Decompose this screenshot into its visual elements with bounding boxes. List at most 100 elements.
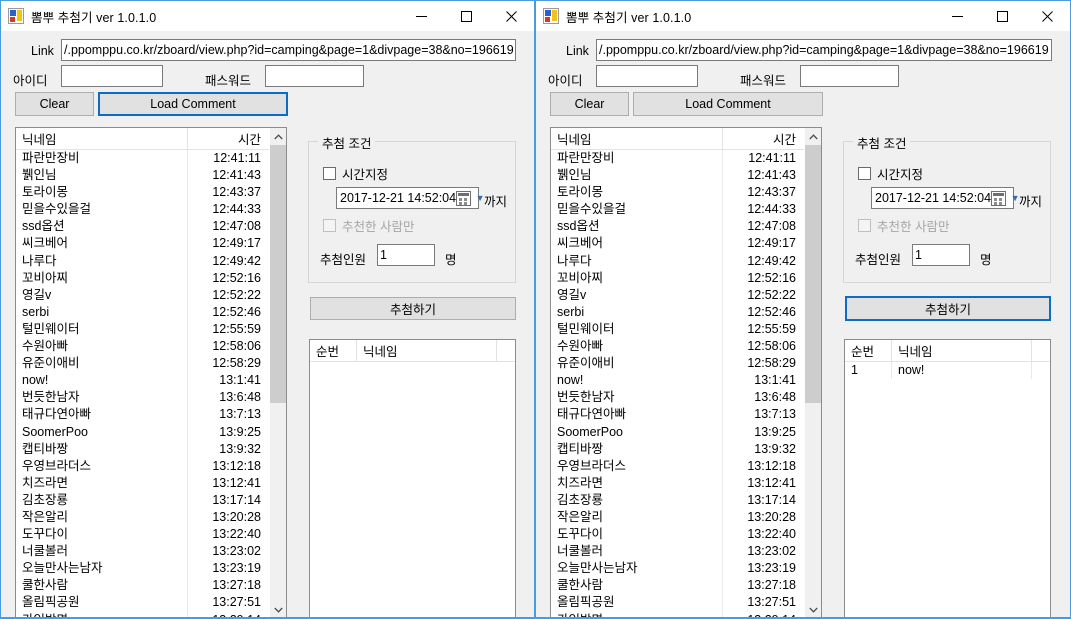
table-row[interactable]: 올림픽공원 13:27:51 xyxy=(16,594,286,612)
maximize-icon[interactable] xyxy=(444,1,489,31)
table-row[interactable]: 수원아빠 12:58:06 xyxy=(16,338,286,356)
recommended-only-checkbox[interactable] xyxy=(858,219,871,232)
table-row[interactable]: serbi 12:52:46 xyxy=(551,303,821,321)
maximize-icon[interactable] xyxy=(980,1,1025,31)
table-row[interactable]: 도꾸다이 13:22:40 xyxy=(16,526,286,544)
time-limit-checkbox[interactable] xyxy=(323,167,336,180)
table-row[interactable]: 도꾸다이 13:22:40 xyxy=(551,526,821,544)
table-row[interactable]: 1 now! xyxy=(845,362,1050,380)
table-row[interactable]: ssd옵션 12:47:08 xyxy=(16,218,286,236)
recommended-only-checkbox-row[interactable]: 추천한 사람만 xyxy=(323,216,414,235)
scroll-down-icon[interactable] xyxy=(270,601,286,618)
table-row[interactable]: 영길v 12:52:22 xyxy=(16,286,286,304)
column-header-time[interactable]: 시간 xyxy=(723,128,805,150)
table-row[interactable]: 나루다 12:49:42 xyxy=(551,252,821,270)
time-limit-checkbox[interactable] xyxy=(858,167,871,180)
table-row[interactable]: 유준이애비 12:58:29 xyxy=(551,355,821,373)
table-row[interactable]: 뷁인님 12:41:43 xyxy=(551,167,821,185)
table-row[interactable]: 영길v 12:52:22 xyxy=(551,286,821,304)
table-row[interactable]: 털민웨이터 12:55:59 xyxy=(16,320,286,339)
table-row[interactable]: 믿을수있을걸 12:44:33 xyxy=(16,201,286,219)
load-comment-button[interactable]: Load Comment xyxy=(98,92,288,116)
table-row[interactable]: 김초장룡 13:17:14 xyxy=(16,491,286,509)
draw-button[interactable]: 추첨하기 xyxy=(845,296,1051,321)
table-row[interactable]: 김초장룡 13:17:14 xyxy=(551,491,821,509)
table-row[interactable]: 우영브라더스 13:12:18 xyxy=(16,457,286,475)
table-row[interactable]: 털민웨이터 12:55:59 xyxy=(551,320,821,339)
table-row[interactable]: 번듯한남자 13:6:48 xyxy=(16,389,286,407)
table-row[interactable]: 치즈라면 13:12:41 xyxy=(16,474,286,492)
comment-list-scrollbar[interactable] xyxy=(269,128,286,618)
table-row[interactable]: 너쿨볼러 13:23:02 xyxy=(16,543,286,561)
draw-button[interactable]: 추첨하기 xyxy=(310,297,516,320)
table-row[interactable]: 유준이애비 12:58:29 xyxy=(16,355,286,373)
clear-button[interactable]: Clear xyxy=(550,92,629,116)
password-input[interactable] xyxy=(800,65,899,87)
table-row[interactable]: 태규다연아빠 13:7:13 xyxy=(16,406,286,424)
scroll-up-icon[interactable] xyxy=(270,128,286,145)
recommended-only-checkbox-row[interactable]: 추천한 사람만 xyxy=(858,216,949,235)
column-header-nickname[interactable]: 닉네임 xyxy=(551,128,723,150)
column-header-index[interactable]: 순번 xyxy=(845,340,892,362)
table-row[interactable]: 치즈라면 13:12:41 xyxy=(551,474,821,492)
comment-list[interactable]: 닉네임 시간 파란만장비 12:41:11 뷁인님 12:41:43 토라이몽 12:43… xyxy=(550,127,822,618)
column-header-nickname[interactable]: 닉네임 xyxy=(357,340,497,362)
table-row[interactable]: serbi 12:52:46 xyxy=(16,303,286,321)
table-row[interactable]: 캡티바짱 13:9:32 xyxy=(551,440,821,458)
titlebar-left[interactable]: 뽐뿌 추첨기 ver 1.0.1.0 xyxy=(1,1,534,31)
recommended-only-checkbox[interactable] xyxy=(323,219,336,232)
table-row[interactable]: 작은알리 13:20:28 xyxy=(551,508,821,527)
datetime-picker[interactable]: 2017-12-21 14:52:04 ▼ xyxy=(336,187,485,209)
table-row[interactable]: 우영브라더스 13:12:18 xyxy=(551,457,821,475)
scroll-down-icon[interactable] xyxy=(805,601,821,618)
table-row[interactable]: now! 13:1:41 xyxy=(16,372,286,390)
titlebar-right[interactable]: 뽐뿌 추첨기 ver 1.0.1.0 xyxy=(536,1,1070,31)
result-list-right[interactable]: 순번 닉네임 1 now! xyxy=(844,339,1051,618)
column-header-nickname[interactable]: 닉네임 xyxy=(16,128,188,150)
id-input[interactable] xyxy=(61,65,163,87)
password-input[interactable] xyxy=(265,65,364,87)
table-row[interactable]: 파란만장비 12:41:11 xyxy=(551,150,821,168)
comment-list[interactable]: 닉네임 시간 파란만장비 12:41:11 뷁인님 12:41:43 토라이몽 12:43… xyxy=(15,127,287,618)
close-icon[interactable] xyxy=(489,1,534,31)
scrollbar-track[interactable] xyxy=(270,145,286,601)
table-row[interactable]: 믿을수있을걸 12:44:33 xyxy=(551,201,821,219)
scrollbar-track[interactable] xyxy=(805,145,821,601)
link-input[interactable] xyxy=(596,39,1052,61)
table-row[interactable]: 파란만장비 12:41:11 xyxy=(16,150,286,168)
draw-count-input[interactable] xyxy=(912,244,970,266)
table-row[interactable]: SoomerPoo 13:9:25 xyxy=(16,423,286,441)
scrollbar-thumb[interactable] xyxy=(805,145,821,403)
link-input[interactable] xyxy=(61,39,516,61)
table-row[interactable]: 수원아빠 12:58:06 xyxy=(551,338,821,356)
id-input[interactable] xyxy=(596,65,698,87)
clear-button[interactable]: Clear xyxy=(15,92,94,116)
column-header-time[interactable]: 시간 xyxy=(188,128,270,150)
table-row[interactable]: 쿨한사람 13:27:18 xyxy=(551,577,821,595)
result-list-left[interactable]: 순번 닉네임 xyxy=(309,339,516,618)
table-row[interactable]: 태규다연아빠 13:7:13 xyxy=(551,406,821,424)
table-row[interactable]: 꼬비아찌 12:52:16 xyxy=(16,269,286,287)
table-row[interactable]: 번듯한남자 13:6:48 xyxy=(551,389,821,407)
draw-count-input[interactable] xyxy=(377,244,435,266)
table-row[interactable]: 씨크베어 12:49:17 xyxy=(551,235,821,253)
table-row[interactable]: 캡티바짱 13:9:32 xyxy=(16,440,286,458)
table-row[interactable]: 토라이몽 12:43:37 xyxy=(16,184,286,202)
table-row[interactable]: ssd옵션 12:47:08 xyxy=(551,218,821,236)
table-row[interactable]: 꼬비아찌 12:52:16 xyxy=(551,269,821,287)
table-row[interactable]: 씨크베어 12:49:17 xyxy=(16,235,286,253)
table-row[interactable]: 뷁인님 12:41:43 xyxy=(16,167,286,185)
datetime-picker[interactable]: 2017-12-21 14:52:04 ▼ xyxy=(871,187,1020,209)
table-row[interactable]: now! 13:1:41 xyxy=(551,372,821,390)
table-row[interactable]: 너쿨볼러 13:23:02 xyxy=(551,543,821,561)
table-row[interactable]: 쿨한사람 13:27:18 xyxy=(16,577,286,595)
table-row[interactable]: 작은알리 13:20:28 xyxy=(16,508,286,527)
column-header-index[interactable]: 순번 xyxy=(310,340,357,362)
table-row[interactable]: SoomerPoo 13:9:25 xyxy=(551,423,821,441)
table-row[interactable]: 올림픽공원 13:27:51 xyxy=(551,594,821,612)
comment-list-scrollbar[interactable] xyxy=(804,128,821,618)
close-icon[interactable] xyxy=(1025,1,1070,31)
table-row[interactable]: 나루다 12:49:42 xyxy=(16,252,286,270)
minimize-icon[interactable] xyxy=(399,1,444,31)
calendar-icon[interactable] xyxy=(991,190,1007,206)
